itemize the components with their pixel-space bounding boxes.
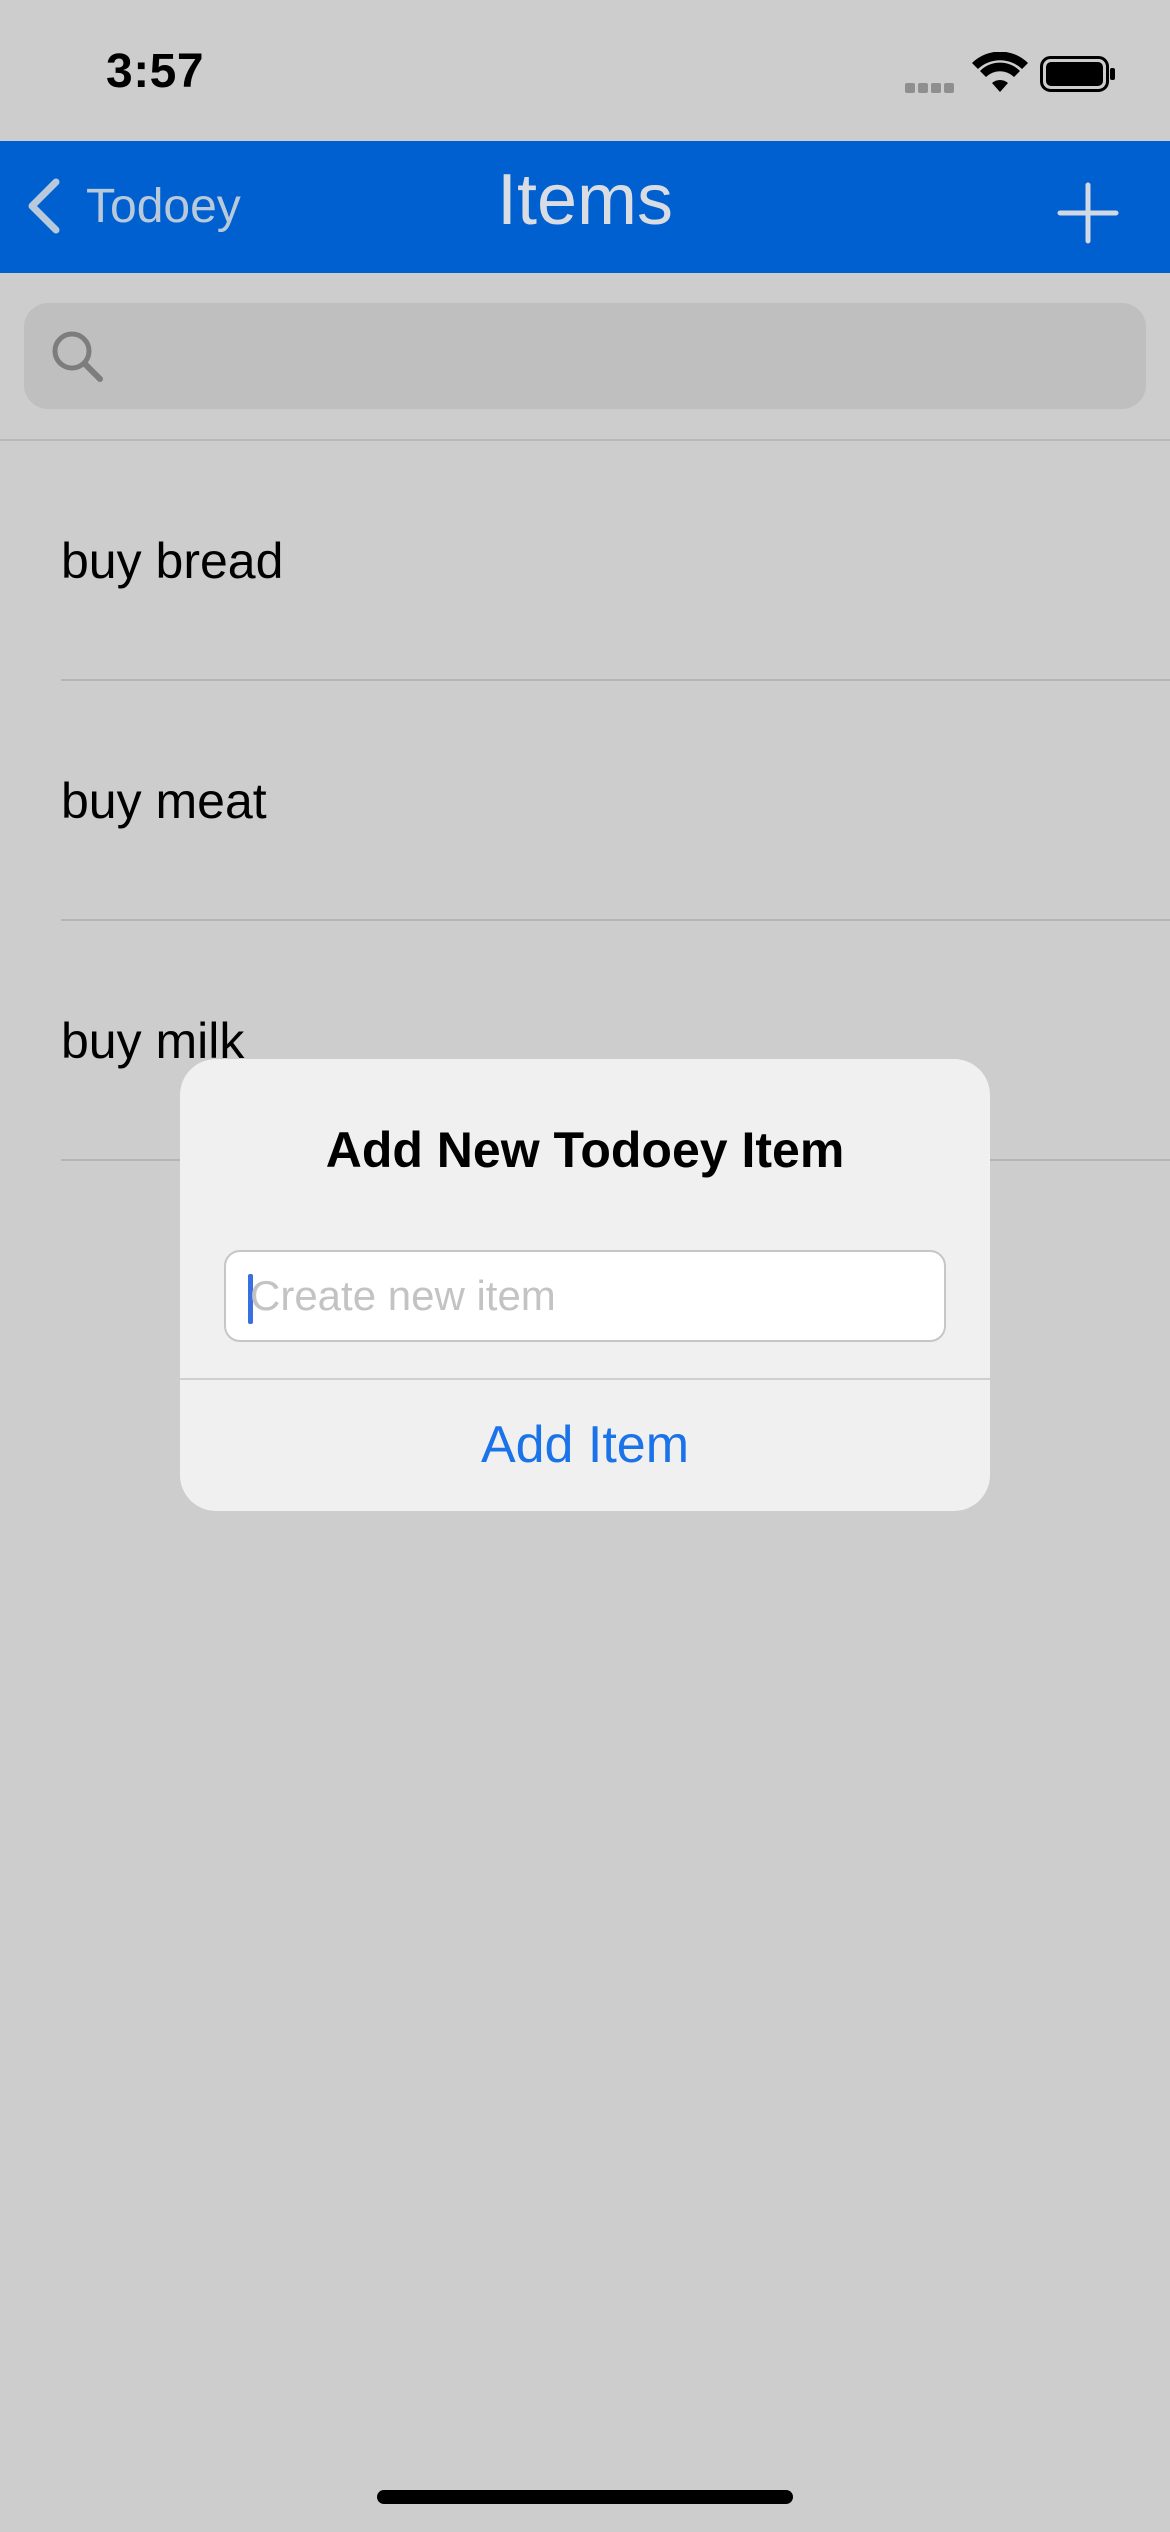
battery-icon (1040, 56, 1115, 92)
page-title: Items (496, 160, 674, 240)
wifi-icon (972, 52, 1028, 92)
home-indicator[interactable] (377, 2490, 793, 2504)
add-item-button[interactable]: Add Item (180, 1380, 990, 1511)
search-input[interactable] (124, 303, 1124, 409)
list-item[interactable]: buy meat (0, 681, 1170, 921)
dialog-title: Add New Todoey Item (325, 1122, 845, 1178)
plus-icon[interactable] (1052, 177, 1124, 249)
search-bar[interactable] (24, 303, 1146, 409)
item-label: buy bread (61, 533, 284, 589)
item-label: buy meat (61, 773, 267, 829)
list-item[interactable]: buy bread (0, 441, 1170, 681)
signal-icon (905, 80, 959, 93)
add-item-dialog: Add New Todoey Item Add Item (180, 1059, 990, 1511)
screen: 3:57 Todoey Items buy bread buy meat buy… (0, 0, 1170, 2532)
new-item-field-container[interactable] (224, 1250, 946, 1342)
status-time: 3:57 (106, 45, 205, 98)
search-icon (52, 331, 103, 382)
navigation-bar: Todoey Items (0, 141, 1170, 273)
status-bar: 3:57 (0, 0, 1170, 141)
new-item-field[interactable] (250, 1252, 930, 1340)
